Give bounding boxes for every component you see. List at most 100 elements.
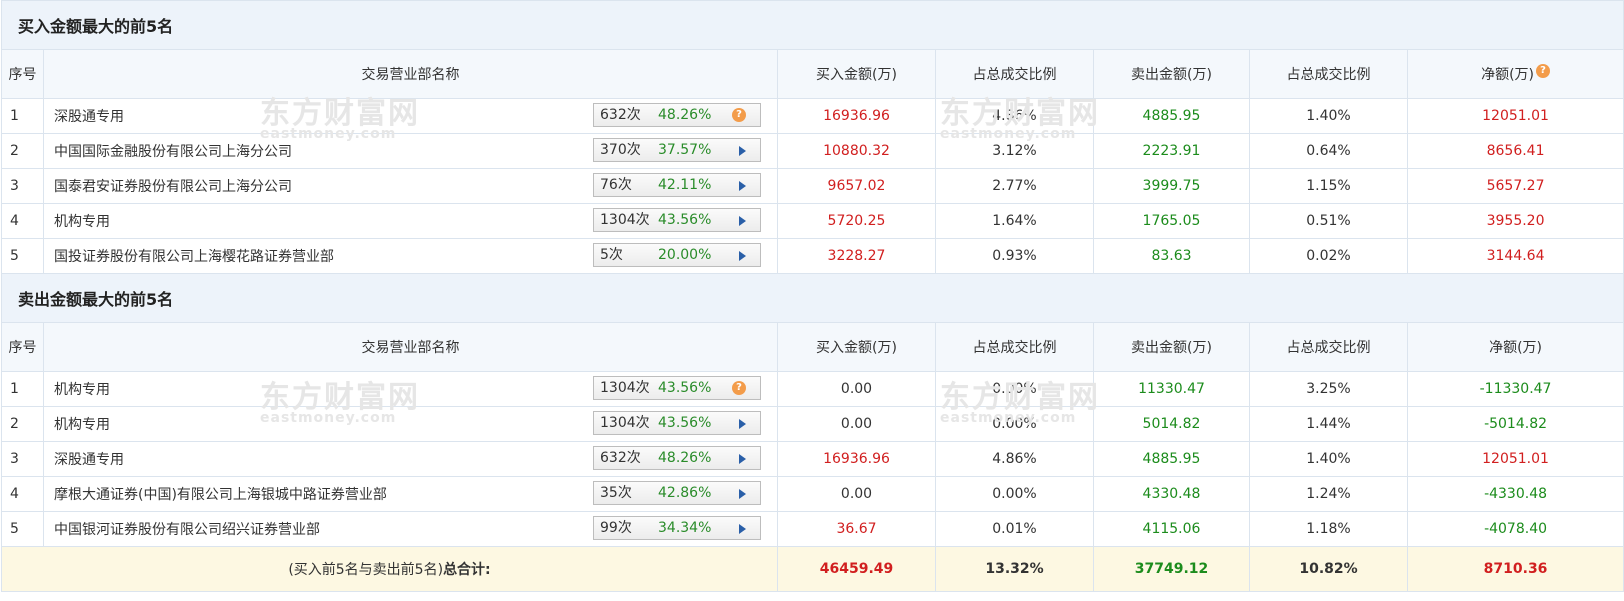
row-seq: 4 bbox=[1, 203, 44, 239]
trade-count: 1304次 bbox=[600, 415, 650, 431]
header-sell-amount: 卖出金额(万) bbox=[1093, 322, 1250, 372]
branch-name[interactable]: 中国银河证券股份有限公司绍兴证券营业部 bbox=[54, 519, 320, 539]
table-row: 2 机构专用 1304次 43.56% 0.00 0.00% 5014.82 1.44% -50… bbox=[1, 406, 1624, 442]
table-header-row: 序号 交易营业部名称 买入金额(万) 占总成交比例 卖出金额(万) 占总成交比例… bbox=[1, 49, 1624, 99]
trade-stats-badge[interactable]: 5次 20.00% bbox=[593, 243, 761, 267]
table-row: 1 机构专用 1304次 43.56%? 0.00 0.00% 11330.47 3.25% -… bbox=[1, 371, 1624, 407]
win-rate: 48.26% bbox=[658, 450, 712, 466]
trade-stats-badge[interactable]: 370次 37.57% bbox=[593, 138, 761, 162]
table-row: 2 中国国际金融股份有限公司上海分公司 370次 37.57% 10880.32 3.12… bbox=[1, 133, 1624, 169]
win-rate: 48.26% bbox=[658, 107, 712, 123]
sell-ratio: 1.40% bbox=[1249, 441, 1408, 477]
branch-cell: 中国国际金融股份有限公司上海分公司 370次 37.57% bbox=[43, 133, 778, 169]
trade-stats-badge[interactable]: 35次 42.86% bbox=[593, 481, 761, 505]
buy-amount: 10880.32 bbox=[777, 133, 936, 169]
row-seq: 3 bbox=[1, 168, 44, 204]
section-title-sell: 卖出金额最大的前5名 bbox=[0, 273, 1624, 323]
branch-name[interactable]: 国投证券股份有限公司上海樱花路证券营业部 bbox=[54, 246, 334, 266]
expand-arrow-icon[interactable] bbox=[739, 489, 746, 499]
total-label: (买入前5名与卖出前5名)总合计: bbox=[1, 546, 778, 592]
net-amount: -4078.40 bbox=[1406, 511, 1624, 547]
trade-stats-badge[interactable]: 76次 42.11% bbox=[593, 173, 761, 197]
expand-arrow-icon[interactable] bbox=[739, 216, 746, 226]
win-rate: 42.86% bbox=[658, 485, 712, 501]
net-amount: -4330.48 bbox=[1406, 476, 1624, 512]
buy-amount: 16936.96 bbox=[777, 98, 936, 134]
row-seq: 4 bbox=[1, 476, 44, 512]
header-branch-name: 交易营业部名称 bbox=[43, 322, 778, 372]
table-row: 4 摩根大通证券(中国)有限公司上海银城中路证券营业部 35次 42.86% 0.00 0… bbox=[1, 476, 1624, 512]
header-sell-amount: 卖出金额(万) bbox=[1093, 49, 1250, 99]
expand-arrow-icon[interactable] bbox=[739, 251, 746, 261]
expand-arrow-icon[interactable] bbox=[739, 146, 746, 156]
win-rate: 43.56% bbox=[658, 212, 712, 228]
trade-count: 632次 bbox=[600, 450, 641, 466]
branch-cell: 机构专用 1304次 43.56% bbox=[43, 406, 778, 442]
table-row: 4 机构专用 1304次 43.56% 5720.25 1.64% 1765.05 0.51%… bbox=[1, 203, 1624, 239]
trade-stats-badge[interactable]: 1304次 43.56% bbox=[593, 411, 761, 435]
branch-cell: 机构专用 1304次 43.56% bbox=[43, 203, 778, 239]
win-rate: 42.11% bbox=[658, 177, 712, 193]
lhb-page: 东方财富网 eastmoney.com 东方财富网 eastmoney.com 东方… bbox=[0, 0, 1624, 601]
sell-ratio: 3.25% bbox=[1249, 371, 1408, 407]
total-sell-ratio: 10.82% bbox=[1249, 546, 1408, 592]
row-seq: 1 bbox=[1, 98, 44, 134]
buy-amount: 0.00 bbox=[777, 476, 936, 512]
row-seq: 2 bbox=[1, 406, 44, 442]
lhb-table: 买入金额最大的前5名 序号 交易营业部名称 买入金额(万) 占总成交比例 卖出金… bbox=[0, 0, 1624, 592]
buy-amount: 16936.96 bbox=[777, 441, 936, 477]
buy-amount: 9657.02 bbox=[777, 168, 936, 204]
table-row: 3 国泰君安证券股份有限公司上海分公司 76次 42.11% 9657.02 2.77% 3… bbox=[1, 168, 1624, 204]
branch-name[interactable]: 摩根大通证券(中国)有限公司上海银城中路证券营业部 bbox=[54, 484, 387, 504]
total-section: (买入前5名与卖出前5名)总合计: 46459.49 13.32% 37749.… bbox=[1, 546, 1624, 592]
buy-section: 买入金额最大的前5名 序号 交易营业部名称 买入金额(万) 占总成交比例 卖出金… bbox=[0, 0, 1624, 274]
trade-stats-badge[interactable]: 1304次 43.56% bbox=[593, 208, 761, 232]
expand-arrow-icon[interactable] bbox=[739, 181, 746, 191]
expand-arrow-icon[interactable] bbox=[739, 454, 746, 464]
branch-cell: 深股通专用 632次 48.26%? bbox=[43, 98, 778, 134]
header-net-amount: 净额(万) bbox=[1406, 322, 1624, 372]
help-icon[interactable]: ? bbox=[1536, 64, 1551, 78]
sell-ratio: 0.51% bbox=[1249, 203, 1408, 239]
trade-count: 99次 bbox=[600, 520, 632, 536]
net-amount: 8656.41 bbox=[1406, 133, 1624, 169]
help-icon[interactable]: ? bbox=[732, 381, 746, 395]
sell-amount: 3999.75 bbox=[1093, 168, 1250, 204]
table-row: 1 深股通专用 632次 48.26%? 16936.96 4.86% 4885.95 1.4… bbox=[1, 98, 1624, 134]
help-icon[interactable]: ? bbox=[732, 108, 746, 122]
header-buy-ratio: 占总成交比例 bbox=[935, 49, 1094, 99]
sell-amount: 83.63 bbox=[1093, 238, 1250, 274]
total-buy-ratio: 13.32% bbox=[935, 546, 1094, 592]
trade-count: 35次 bbox=[600, 485, 632, 501]
expand-arrow-icon[interactable] bbox=[739, 419, 746, 429]
trade-stats-badge[interactable]: 99次 34.34% bbox=[593, 516, 761, 540]
buy-ratio: 1.64% bbox=[935, 203, 1094, 239]
buy-ratio: 4.86% bbox=[935, 98, 1094, 134]
trade-stats-badge[interactable]: 1304次 43.56%? bbox=[593, 376, 761, 400]
branch-name[interactable]: 深股通专用 bbox=[54, 449, 124, 469]
net-amount: -11330.47 bbox=[1406, 371, 1624, 407]
sell-section: 卖出金额最大的前5名 序号 交易营业部名称 买入金额(万) 占总成交比例 卖出金… bbox=[0, 273, 1624, 547]
win-rate: 37.57% bbox=[658, 142, 712, 158]
sell-ratio: 1.24% bbox=[1249, 476, 1408, 512]
branch-name[interactable]: 深股通专用 bbox=[54, 106, 124, 126]
win-rate: 20.00% bbox=[658, 247, 712, 263]
branch-cell: 国投证券股份有限公司上海樱花路证券营业部 5次 20.00% bbox=[43, 238, 778, 274]
row-seq: 3 bbox=[1, 441, 44, 477]
branch-name[interactable]: 机构专用 bbox=[54, 211, 110, 231]
net-amount: 12051.01 bbox=[1406, 98, 1624, 134]
trade-stats-badge[interactable]: 632次 48.26%? bbox=[593, 103, 761, 127]
header-buy-ratio: 占总成交比例 bbox=[935, 322, 1094, 372]
expand-arrow-icon[interactable] bbox=[739, 524, 746, 534]
branch-name[interactable]: 中国国际金融股份有限公司上海分公司 bbox=[54, 141, 292, 161]
trade-stats-badge[interactable]: 632次 48.26% bbox=[593, 446, 761, 470]
branch-name[interactable]: 国泰君安证券股份有限公司上海分公司 bbox=[54, 176, 292, 196]
branch-name[interactable]: 机构专用 bbox=[54, 379, 110, 399]
buy-amount: 0.00 bbox=[777, 406, 936, 442]
buy-ratio: 0.01% bbox=[935, 511, 1094, 547]
buy-ratio: 0.00% bbox=[935, 476, 1094, 512]
table-row: 5 中国银河证券股份有限公司绍兴证券营业部 99次 34.34% 36.67 0.01% 4… bbox=[1, 511, 1624, 547]
buy-amount: 36.67 bbox=[777, 511, 936, 547]
total-buy-amount: 46459.49 bbox=[777, 546, 936, 592]
branch-name[interactable]: 机构专用 bbox=[54, 414, 110, 434]
